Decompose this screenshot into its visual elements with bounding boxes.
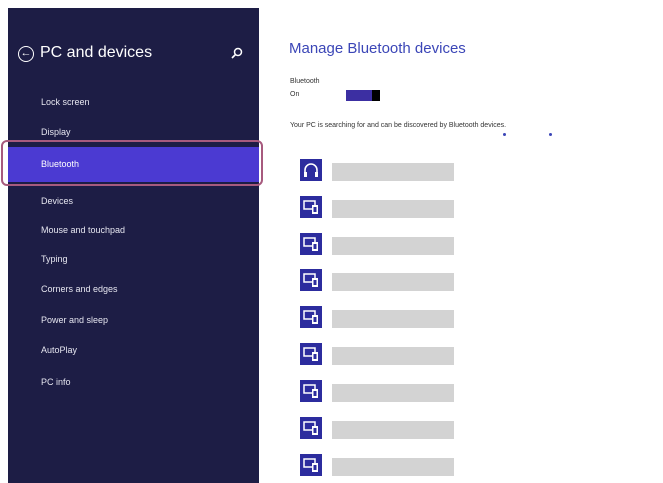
sidebar-title: PC and devices <box>40 44 153 61</box>
device-icon <box>300 343 322 365</box>
status-message: Your PC is searching for and can be disc… <box>290 122 507 129</box>
device-name-bar <box>332 163 454 181</box>
device-icon <box>300 269 322 291</box>
toggle-knob <box>372 90 380 101</box>
headphones-icon <box>300 159 322 181</box>
device-name-bar <box>332 384 454 402</box>
progress-dot <box>549 133 552 136</box>
sidebar-item-power-and-sleep[interactable]: Power and sleep <box>8 304 259 336</box>
back-arrow-icon[interactable]: ← <box>18 46 34 62</box>
sidebar-item-autoplay[interactable]: AutoPlay <box>8 334 259 366</box>
device-icon <box>300 417 322 439</box>
search-icon[interactable] <box>230 46 244 60</box>
progress-dot <box>503 133 506 136</box>
sidebar-item-bluetooth[interactable]: Bluetooth <box>8 147 259 182</box>
page-title: Manage Bluetooth devices <box>289 40 466 57</box>
bluetooth-toggle[interactable] <box>346 90 380 101</box>
device-name-bar <box>332 458 454 476</box>
sidebar-item-display[interactable]: Display <box>8 116 259 148</box>
sidebar-item-corners-and-edges[interactable]: Corners and edges <box>8 273 259 305</box>
sidebar-item-pc-info[interactable]: PC info <box>8 366 259 398</box>
bluetooth-state-text: On <box>290 91 300 98</box>
device-name-bar <box>332 200 454 218</box>
sidebar-item-typing[interactable]: Typing <box>8 243 259 275</box>
device-icon <box>300 233 322 255</box>
device-name-bar <box>332 237 454 255</box>
sidebar-item-devices[interactable]: Devices <box>8 185 259 217</box>
device-icon <box>300 380 322 402</box>
device-name-bar <box>332 310 454 328</box>
device-icon <box>300 454 322 476</box>
device-name-bar <box>332 421 454 439</box>
device-icon <box>300 196 322 218</box>
sidebar-item-lock-screen[interactable]: Lock screen <box>8 86 259 118</box>
sidebar-item-mouse-and-touchpad[interactable]: Mouse and touchpad <box>8 214 259 246</box>
device-name-bar <box>332 273 454 291</box>
sidebar: ← PC and devices Lock screen Display Blu… <box>8 8 259 483</box>
device-name-bar <box>332 347 454 365</box>
device-icon <box>300 306 322 328</box>
bluetooth-label: Bluetooth <box>290 78 320 85</box>
